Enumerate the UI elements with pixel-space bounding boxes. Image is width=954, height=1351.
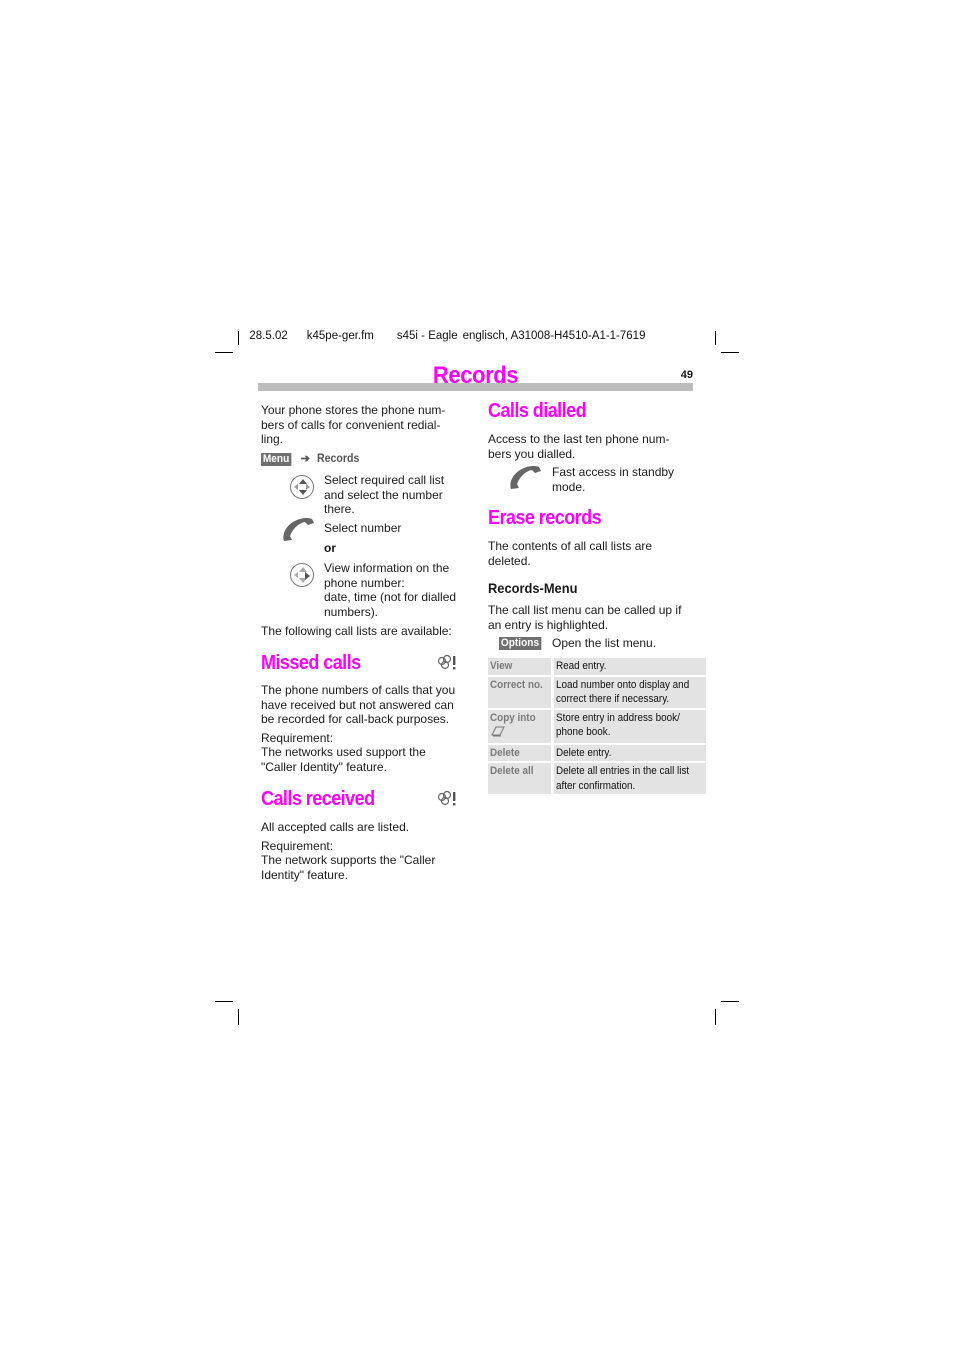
menu-option-desc: after confirmation. bbox=[555, 779, 635, 792]
menu-option-desc: phone book. bbox=[555, 726, 611, 738]
options-softkey[interactable]: Options bbox=[499, 637, 541, 650]
crop-mark bbox=[715, 331, 716, 345]
header-doc-id: englisch, A31008-H4510-A1-1-7619 bbox=[462, 330, 646, 342]
table-row[interactable]: View Read entry. bbox=[488, 658, 706, 675]
menu-softkey[interactable]: Menu bbox=[261, 453, 292, 466]
crop-mark bbox=[215, 352, 233, 353]
menu-path: Menu ➔ Records bbox=[261, 452, 363, 466]
menu-option-label: Delete all bbox=[490, 765, 534, 777]
heading-missed-calls: Missed calls bbox=[261, 652, 361, 674]
network-service-icon bbox=[436, 790, 458, 813]
body-line: The phone numbers of calls that you bbox=[261, 683, 456, 697]
requirement-line: "Caller Identity" feature. bbox=[261, 759, 387, 774]
step-line: Fast access in standby bbox=[552, 465, 675, 479]
page-title: Records bbox=[432, 362, 519, 389]
options-description: Open the list menu. bbox=[552, 636, 657, 650]
header-date: 28.5.02 bbox=[249, 330, 288, 342]
requirement-label: Requirement: bbox=[261, 838, 334, 853]
crop-mark bbox=[238, 1009, 239, 1025]
intro-text: Your phone stores the phone num- bers of… bbox=[261, 403, 471, 447]
table-row[interactable]: Delete all Delete all entries in the cal… bbox=[488, 763, 706, 794]
crop-mark bbox=[721, 352, 739, 353]
requirement-line: The networks used support the bbox=[261, 745, 426, 760]
body-line: Access to the last ten phone num- bbox=[488, 432, 670, 446]
step-line: and select the number bbox=[324, 487, 443, 502]
body-line: have received but not answered can bbox=[261, 697, 454, 712]
step-line: View information on the bbox=[324, 561, 450, 575]
crop-mark bbox=[715, 1009, 716, 1025]
table-row[interactable]: Copy into Store entry in address book/ph… bbox=[488, 709, 706, 743]
heading-calls-received: Calls received bbox=[261, 788, 375, 810]
address-book-icon bbox=[491, 726, 505, 737]
table-row[interactable]: Correct no. Load number onto display and… bbox=[488, 676, 706, 708]
step-line: phone number: bbox=[324, 575, 405, 590]
body-line: All accepted calls are listed. bbox=[261, 820, 410, 834]
calls-dialled-body: Access to the last ten phone num- bers y… bbox=[488, 432, 698, 461]
header-file: k45pe-ger.fm bbox=[306, 330, 374, 342]
calls-dialled-step: Fast access in standby mode. bbox=[552, 465, 697, 494]
erase-records-body: The contents of all call lists are delet… bbox=[488, 539, 698, 568]
menu-option-desc: Load number onto display and bbox=[555, 678, 689, 691]
step-or: or bbox=[324, 541, 336, 555]
page-number: 49 bbox=[680, 369, 693, 381]
arrow-right-icon: ➔ bbox=[300, 453, 311, 465]
navigation-key-icon bbox=[290, 563, 314, 587]
header-model: s45i - Eagle bbox=[396, 330, 458, 342]
menu-option-label: Correct no. bbox=[490, 678, 543, 691]
call-key-icon bbox=[283, 518, 314, 541]
body-line: The contents of all call lists are bbox=[488, 539, 653, 553]
call-key-icon bbox=[510, 466, 541, 489]
menu-option-desc: correct there if necessary. bbox=[555, 693, 669, 705]
calls-received-body: All accepted calls are listed. Requireme… bbox=[261, 820, 471, 882]
network-service-icon bbox=[436, 654, 458, 677]
options-softkey-row: Options bbox=[499, 637, 545, 650]
requirement-line: The network supports the "Caller bbox=[261, 853, 436, 868]
records-menu-body: The call list menu can be called up if a… bbox=[488, 603, 698, 632]
print-header: 28.5.02 k45pe-ger.fm s45i - Eagle englisch,… bbox=[243, 318, 645, 342]
menu-option-label: Copy into bbox=[490, 711, 536, 724]
step-line: date, time (not for dialled bbox=[324, 590, 457, 605]
step-line: Select required call list bbox=[324, 473, 445, 487]
step-select-number: Select number bbox=[324, 521, 402, 535]
body-line: The call list menu can be called up if bbox=[488, 603, 682, 617]
crop-mark bbox=[238, 331, 239, 345]
step-line: there. bbox=[324, 502, 355, 517]
intro-line: ling. bbox=[261, 432, 284, 447]
table-row[interactable]: Delete Delete entry. bbox=[488, 744, 706, 761]
menu-option-desc: Delete entry. bbox=[555, 746, 612, 759]
heading-erase-records: Erase records bbox=[488, 507, 602, 529]
body-line: be recorded for call-back purposes. bbox=[261, 712, 450, 727]
step-line: mode. bbox=[552, 479, 586, 494]
intro-line: bers of calls for convenient redial- bbox=[261, 417, 441, 432]
requirement-label: Requirement: bbox=[261, 730, 334, 745]
crop-mark bbox=[721, 1001, 739, 1002]
crop-mark bbox=[215, 1001, 233, 1002]
body-line: bers you dialled. bbox=[488, 446, 576, 461]
records-menu-table: View Read entry. Correct no. Load number… bbox=[488, 656, 706, 796]
body-line: deleted. bbox=[488, 553, 531, 568]
menu-option-desc: Delete all entries in the call list bbox=[555, 765, 689, 777]
menu-option-desc: Read entry. bbox=[555, 660, 607, 672]
step-line: numbers). bbox=[324, 604, 379, 619]
menu-path-target: Records bbox=[317, 453, 360, 465]
menu-option-label: View bbox=[490, 660, 513, 672]
menu-option-label: Delete bbox=[490, 746, 520, 759]
requirement-line: Identity" feature. bbox=[261, 867, 348, 882]
navigation-key-icon bbox=[290, 475, 314, 499]
missed-calls-body: The phone numbers of calls that you have… bbox=[261, 683, 471, 775]
intro-line: Your phone stores the phone num- bbox=[261, 403, 446, 417]
body-line: an entry is highlighted. bbox=[488, 617, 609, 632]
available-text: The following call lists are available: bbox=[261, 624, 452, 638]
step-view-info: View information on the phone number: da… bbox=[324, 561, 456, 619]
heading-calls-dialled: Calls dialled bbox=[488, 400, 587, 422]
step-select-list: Select required call list and select the… bbox=[324, 473, 444, 517]
menu-option-desc: Store entry in address book/ bbox=[555, 711, 680, 724]
heading-records-menu: Records-Menu bbox=[488, 580, 578, 596]
